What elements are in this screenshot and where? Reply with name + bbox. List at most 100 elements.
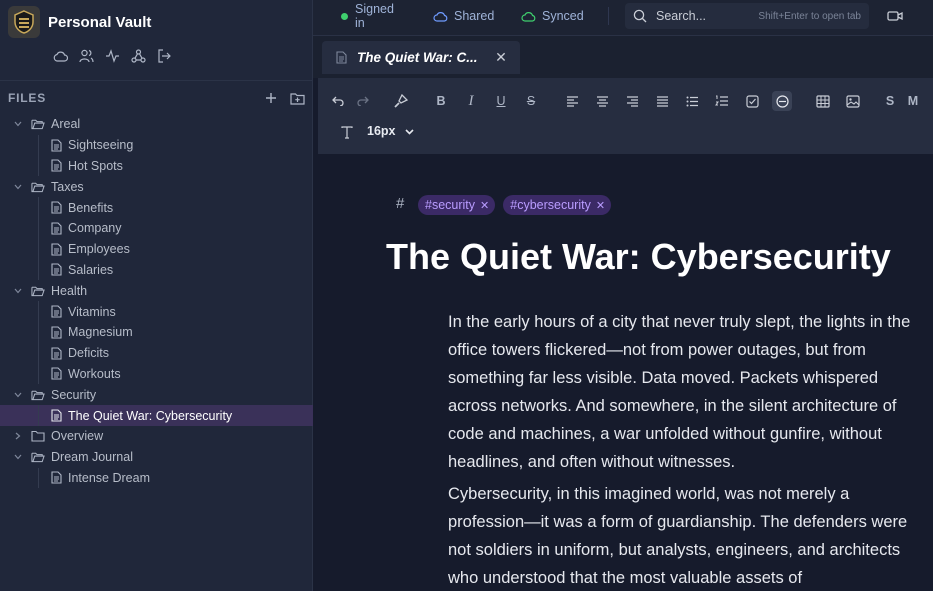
file-icon <box>49 409 63 423</box>
remove-tag-icon[interactable]: ✕ <box>596 199 605 212</box>
tree-indent-guide <box>38 238 39 260</box>
video-icon[interactable] <box>886 7 904 25</box>
tree-item-label: Security <box>51 387 97 402</box>
tree-file[interactable]: Magnesium <box>0 321 313 343</box>
new-file-icon[interactable] <box>263 90 279 106</box>
tree-file[interactable]: Workouts <box>0 363 313 385</box>
italic-button[interactable]: I <box>462 92 480 110</box>
cloud-icon <box>433 11 448 22</box>
align-right-icon[interactable] <box>623 92 641 110</box>
tree-item-label: Sightseeing <box>68 138 134 153</box>
chevron-right-icon[interactable] <box>13 431 23 441</box>
chevron-down-icon[interactable] <box>13 286 23 296</box>
shared-status[interactable]: Shared <box>433 0 494 32</box>
tree-file[interactable]: Vitamins <box>0 301 313 322</box>
tree-item-label: Benefits <box>68 200 114 215</box>
graph-icon[interactable] <box>130 48 146 64</box>
tree-file[interactable]: Salaries <box>0 259 313 281</box>
tree-item-label: Vitamins <box>68 304 116 319</box>
folder-open-icon <box>31 388 45 402</box>
font-size-select[interactable]: 16px <box>367 124 414 138</box>
tree-folder[interactable]: Dream Journal <box>0 447 313 468</box>
shared-label: Shared <box>454 9 495 23</box>
tree-file[interactable]: Company <box>0 217 313 239</box>
tag-list: #security ✕ #cybersecurity ✕ <box>418 195 612 215</box>
search-icon <box>633 9 647 23</box>
users-icon[interactable] <box>78 48 94 64</box>
size-medium-button[interactable]: M <box>904 92 922 110</box>
numbered-list-icon[interactable] <box>713 92 731 110</box>
vault-title: Personal Vault <box>48 13 152 31</box>
align-left-icon[interactable] <box>563 92 581 110</box>
sidebar: Personal Vault FILES Areal Sightseeing Hot… <box>0 0 313 591</box>
underline-button[interactable]: U <box>492 92 510 110</box>
tree-folder[interactable]: Taxes <box>0 176 313 197</box>
tree-file[interactable]: Deficits <box>0 342 313 364</box>
tree-indent-guide <box>38 259 39 281</box>
tree-folder[interactable]: Overview <box>0 426 313 447</box>
activity-icon[interactable] <box>104 48 120 64</box>
tree-item-label: Dream Journal <box>51 450 133 465</box>
signed-in-label: Signed in <box>355 2 394 30</box>
document-body[interactable]: In the early hours of a city that never … <box>448 308 926 591</box>
search-box[interactable]: Shift+Enter to open tab <box>625 3 869 29</box>
text-size-icon <box>338 123 356 141</box>
checkbox-icon[interactable] <box>743 92 761 110</box>
tree-indent-guide <box>38 155 39 177</box>
tag-label: #cybersecurity <box>510 198 591 212</box>
size-small-button[interactable]: S <box>881 92 899 110</box>
new-folder-icon[interactable] <box>289 90 305 106</box>
chevron-down-icon[interactable] <box>13 452 23 462</box>
tag-chip[interactable]: #cybersecurity ✕ <box>503 195 612 215</box>
file-icon <box>49 242 63 256</box>
redo-icon[interactable] <box>354 92 372 110</box>
tree-folder[interactable]: Areal <box>0 114 313 135</box>
chevron-down-icon[interactable] <box>13 390 23 400</box>
tab-document[interactable]: The Quiet War: C... ✕ <box>322 41 520 74</box>
align-justify-icon[interactable] <box>653 92 671 110</box>
format-painter-icon[interactable] <box>391 92 409 110</box>
tree-file[interactable]: Sightseeing <box>0 134 313 156</box>
close-icon[interactable]: ✕ <box>494 49 508 65</box>
image-icon[interactable] <box>844 92 862 110</box>
tree-folder[interactable]: Security <box>0 384 313 405</box>
chevron-down-icon[interactable] <box>13 182 23 192</box>
document-icon <box>336 51 347 64</box>
font-size-value: 16px <box>367 124 396 138</box>
remove-tag-icon[interactable]: ✕ <box>480 199 489 212</box>
synced-status[interactable]: Synced <box>521 0 584 32</box>
vault-icon-bar <box>52 48 172 64</box>
search-input[interactable] <box>656 9 746 23</box>
align-center-icon[interactable] <box>593 92 611 110</box>
tree-indent-guide <box>38 363 39 385</box>
strikethrough-button[interactable]: S <box>522 92 540 110</box>
bullet-list-icon[interactable] <box>683 92 701 110</box>
synced-label: Synced <box>542 9 584 23</box>
tree-file[interactable]: Benefits <box>0 197 313 218</box>
tree-file[interactable]: Employees <box>0 238 313 260</box>
tree-file[interactable]: The Quiet War: Cybersecurity <box>0 405 313 426</box>
vault-header[interactable]: Personal Vault <box>8 6 151 38</box>
logout-icon[interactable] <box>156 48 172 64</box>
cloud-icon[interactable] <box>52 48 68 64</box>
tree-folder[interactable]: Health <box>0 280 313 301</box>
tree-file[interactable]: Intense Dream <box>0 467 313 489</box>
document-title[interactable]: The Quiet War: Cybersecurity <box>386 236 891 278</box>
paragraph[interactable]: Cybersecurity, in this imagined world, w… <box>448 480 926 591</box>
tag-chip[interactable]: #security ✕ <box>418 195 496 215</box>
paragraph[interactable]: In the early hours of a city that never … <box>448 308 926 476</box>
bold-button[interactable]: B <box>432 92 450 110</box>
table-icon[interactable] <box>814 92 832 110</box>
undo-icon[interactable] <box>329 92 347 110</box>
editor-area[interactable]: # #security ✕ #cybersecurity ✕ The Quiet Wa… <box>318 154 933 591</box>
tree-item-label: Company <box>68 221 122 236</box>
code-block-icon[interactable] <box>772 91 792 111</box>
file-icon <box>49 367 63 381</box>
tree-item-label: Salaries <box>68 262 114 277</box>
chevron-down-icon[interactable] <box>13 119 23 129</box>
folder-icon <box>31 429 45 443</box>
file-icon <box>49 305 63 319</box>
chevron-down-icon <box>404 124 414 138</box>
folder-open-icon <box>31 284 45 298</box>
tree-file[interactable]: Hot Spots <box>0 155 313 177</box>
